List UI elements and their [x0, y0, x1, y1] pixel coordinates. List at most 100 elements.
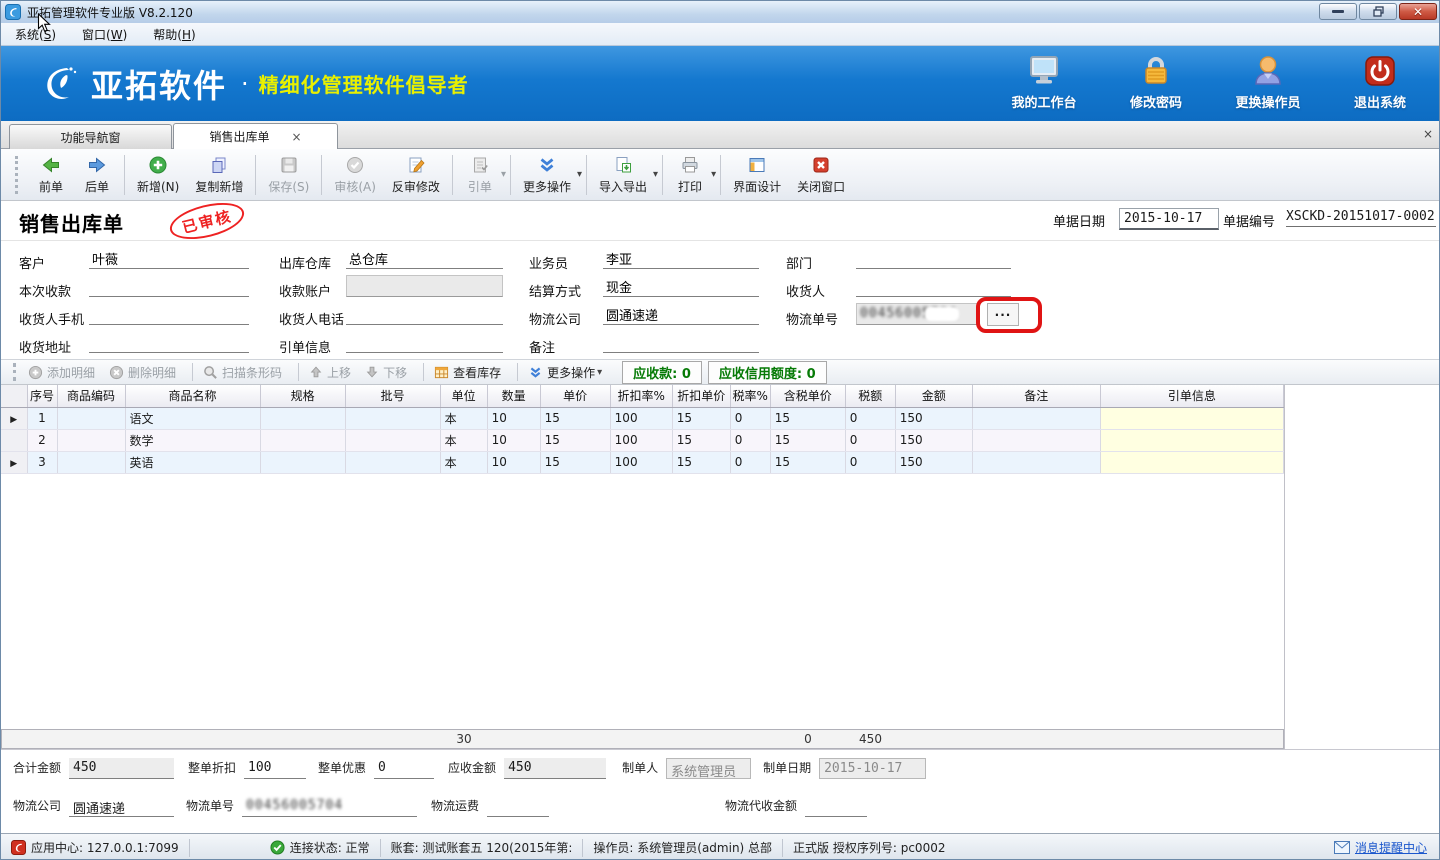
logistics-company-field[interactable]: 圆通速递 — [603, 303, 759, 325]
tracking-no-label: 物流单号 — [786, 309, 838, 328]
print-dropdown-caret[interactable] — [711, 169, 716, 180]
col-tax-rate[interactable]: 税率% — [730, 385, 770, 407]
ref-dropdown-caret[interactable] — [501, 169, 506, 180]
footer-logistics-company-field[interactable]: 圆通速递 — [69, 796, 174, 817]
doc-no-label: 单据编号 — [1223, 211, 1275, 230]
my-workbench-button[interactable]: 我的工作台 — [1001, 54, 1087, 111]
cod-amount-label: 物流代收金额 — [725, 797, 797, 817]
close-window-button[interactable]: 关闭窗口 — [789, 152, 853, 198]
order-discount-field[interactable]: 100 — [244, 758, 306, 779]
col-seq[interactable]: 序号 — [27, 385, 57, 407]
consignee-phone-label: 收货人电话 — [279, 309, 344, 328]
col-tax[interactable]: 税额 — [845, 385, 895, 407]
payment-field[interactable] — [89, 275, 249, 297]
menu-bar: 系统(S) 窗口(W) 帮助(H) — [1, 23, 1440, 46]
ref-order-button[interactable]: 引单 — [457, 152, 503, 198]
table-row: ▶ 1 语文 本 10 15 100 15 0 15 0 150 — [1, 407, 1284, 429]
department-field[interactable] — [856, 247, 1011, 269]
customer-field[interactable]: 叶薇 — [89, 247, 249, 269]
minimize-button[interactable] — [1319, 3, 1357, 20]
exit-system-button[interactable]: 退出系统 — [1337, 54, 1423, 111]
col-tax-incl-price[interactable]: 含税单价 — [770, 385, 845, 407]
freight-field[interactable] — [487, 796, 549, 817]
salesman-field[interactable]: 李亚 — [603, 247, 759, 269]
footer-tracking-no-field[interactable]: 00456005704 — [242, 796, 417, 817]
ui-design-button[interactable]: 界面设计 — [725, 152, 789, 198]
add-button[interactable]: 新增(N) — [129, 152, 187, 198]
import-export-button[interactable]: 导入导出 — [591, 152, 655, 198]
detail-more-caret[interactable] — [597, 367, 602, 378]
view-stock-button[interactable]: 查看库存 — [434, 364, 501, 381]
move-up-button[interactable]: 上移 — [309, 364, 351, 381]
col-amount[interactable]: 金额 — [895, 385, 972, 407]
consignee-field[interactable] — [856, 275, 1011, 297]
account-field[interactable] — [346, 275, 503, 297]
doc-date-field[interactable]: 2015-10-17 — [1119, 208, 1219, 230]
department-label: 部门 — [786, 253, 812, 272]
order-promo-field[interactable]: 0 — [374, 758, 434, 779]
footer-logistics-company-label: 物流公司 — [13, 797, 61, 817]
detail-toolbar: 添加明细 删除明细 扫描条形码 上移 下移 查看库存 更多操作 应 — [1, 359, 1440, 385]
tab-strip: 功能导航窗 销售出库单 × × — [1, 121, 1440, 149]
close-button[interactable]: ✕ — [1399, 3, 1437, 20]
col-discount-price[interactable]: 折扣单价 — [672, 385, 730, 407]
audited-stamp: 已审核 — [166, 196, 247, 245]
switch-operator-button[interactable]: 更换操作员 — [1225, 54, 1311, 111]
receivable-amount-label: 应收金额 — [448, 759, 496, 779]
grid-summary-row: 30 0 450 — [1, 729, 1284, 749]
save-button[interactable]: 保存(S) — [260, 152, 317, 198]
change-password-button[interactable]: 修改密码 — [1113, 54, 1199, 111]
add-detail-button[interactable]: 添加明细 — [28, 364, 95, 381]
doc-date-label: 单据日期 — [1053, 211, 1105, 230]
col-name[interactable]: 商品名称 — [125, 385, 260, 407]
move-down-button[interactable]: 下移 — [365, 364, 407, 381]
col-qty[interactable]: 数量 — [487, 385, 540, 407]
magnifier-icon — [203, 365, 218, 380]
col-remark[interactable]: 备注 — [972, 385, 1100, 407]
address-field[interactable] — [89, 331, 249, 353]
more-dropdown-caret[interactable] — [577, 169, 582, 180]
col-discount-rate[interactable]: 折扣率% — [610, 385, 672, 407]
copy-add-button[interactable]: 复制新增 — [187, 152, 251, 198]
delete-detail-button[interactable]: 删除明细 — [109, 364, 176, 381]
consignee-mobile-field[interactable] — [89, 303, 249, 325]
col-spec[interactable]: 规格 — [260, 385, 345, 407]
remark-field[interactable] — [603, 331, 759, 353]
more-actions-button[interactable]: 更多操作 — [515, 152, 579, 198]
message-center-link[interactable]: 消息提醒中心 — [1334, 839, 1427, 856]
receivable-badge: 应收款: 0 — [622, 361, 702, 384]
ref-info-field[interactable] — [346, 331, 503, 353]
menu-help[interactable]: 帮助(H) — [153, 26, 195, 43]
cod-amount-field[interactable] — [805, 796, 867, 817]
audit-button[interactable]: 审核(A) — [326, 152, 384, 198]
operator-status: 操作员: 系统管理员(admin) 总部 — [583, 839, 783, 857]
unaudit-edit-button[interactable]: 反审修改 — [384, 152, 448, 198]
col-unit[interactable]: 单位 — [440, 385, 487, 407]
consignee-phone-field[interactable] — [346, 303, 503, 325]
tab-sales-outbound[interactable]: 销售出库单 × — [173, 123, 338, 149]
next-order-button[interactable]: 后单 — [74, 152, 120, 198]
document-title: 销售出库单 — [19, 208, 124, 237]
total-amount-field[interactable]: 450 — [69, 758, 174, 779]
col-batch[interactable]: 批号 — [345, 385, 440, 407]
receivable-amount-field[interactable]: 450 — [504, 758, 606, 779]
restore-button[interactable] — [1359, 3, 1397, 20]
scan-barcode-button[interactable]: 扫描条形码 — [203, 364, 282, 381]
col-price[interactable]: 单价 — [540, 385, 610, 407]
detail-more-actions-button[interactable]: 更多操作 — [528, 364, 602, 381]
prev-order-button[interactable]: 前单 — [28, 152, 74, 198]
total-amount-label: 合计金额 — [13, 759, 61, 779]
strip-close-icon[interactable]: × — [1423, 127, 1433, 141]
lock-icon — [1139, 54, 1173, 88]
tab-close-icon[interactable]: × — [291, 130, 301, 144]
print-button[interactable]: 打印 — [667, 152, 713, 198]
tab-nav-window[interactable]: 功能导航窗 — [9, 124, 172, 149]
warehouse-field[interactable]: 总仓库 — [346, 247, 503, 269]
tracking-no-field[interactable]: 00456005704 — [856, 303, 978, 325]
credit-limit-badge: 应收信用额度: 0 — [708, 361, 827, 384]
impexp-dropdown-caret[interactable] — [653, 169, 658, 180]
menu-window[interactable]: 窗口(W) — [82, 26, 127, 43]
settlement-field[interactable]: 现金 — [603, 275, 759, 297]
col-ref-info[interactable]: 引单信息 — [1100, 385, 1283, 407]
col-code[interactable]: 商品编码 — [57, 385, 125, 407]
